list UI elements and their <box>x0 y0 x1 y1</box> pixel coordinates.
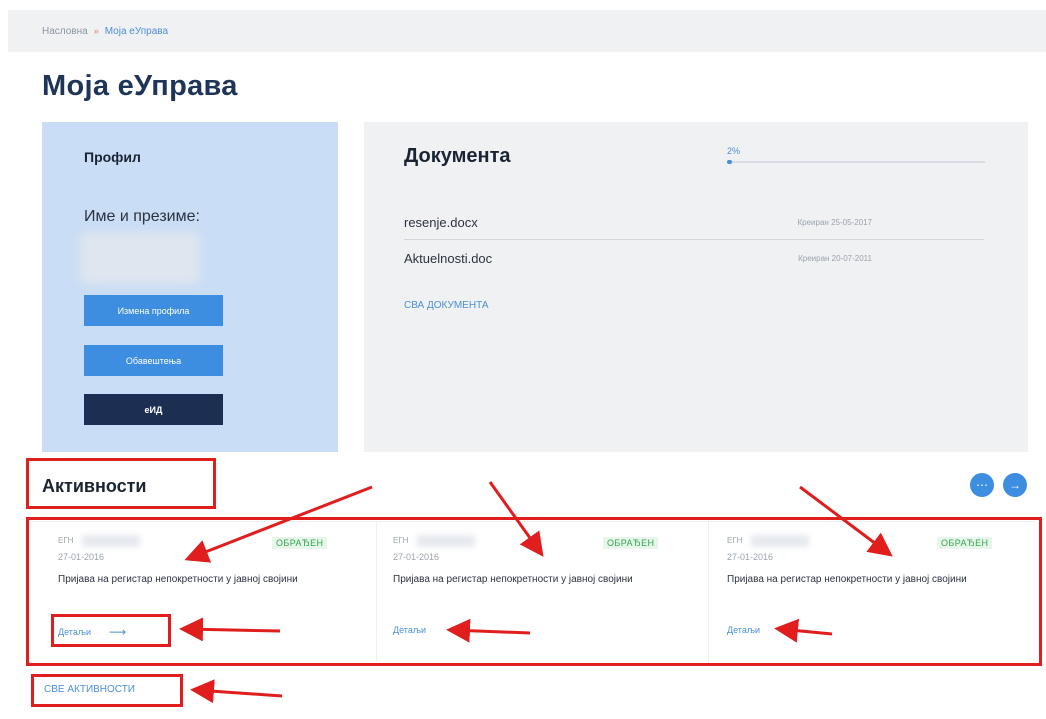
all-documents-link[interactable]: СВА ДОКУМЕНТА <box>404 300 489 311</box>
name-value-redacted <box>80 232 200 284</box>
document-date: Креиран 20-07-2011 <box>798 253 872 263</box>
ellipsis-icon: ⋯ <box>976 478 988 492</box>
arrow-right-icon: → <box>1009 478 1021 492</box>
documents-heading: Документа <box>404 145 511 167</box>
edit-profile-button[interactable]: Измена профила <box>84 295 223 326</box>
document-name[interactable]: Aktuelnosti.doc <box>404 251 492 266</box>
breadcrumb: Насловна » Моја еУправа <box>8 10 1046 52</box>
storage-progress-label: 2% <box>727 146 741 156</box>
storage-progress-fill <box>727 160 733 164</box>
document-row[interactable]: Aktuelnosti.doc Креиран 20-07-2011 <box>404 241 984 275</box>
annotation-box-activities <box>26 517 1042 666</box>
breadcrumb-separator: » <box>93 26 99 36</box>
document-name[interactable]: resenje.docx <box>404 215 478 230</box>
documents-card: Документа 2% resenje.docx Креиран 25-05-… <box>364 122 1028 452</box>
document-date: Креиран 25-05-2017 <box>797 218 873 227</box>
annotation-arrow <box>190 679 283 704</box>
annotation-box-all-activities <box>31 674 183 707</box>
notifications-button[interactable]: Обавештења <box>84 345 223 376</box>
page-title: Моја еУправа <box>42 70 238 102</box>
activities-prev-button[interactable]: ⋯ <box>970 473 994 497</box>
breadcrumb-home-link[interactable]: Насловна <box>42 26 88 37</box>
activities-next-button[interactable]: → <box>1003 473 1027 497</box>
storage-progress-bar <box>727 160 985 164</box>
annotation-box-details <box>51 614 171 647</box>
name-label: Име и презиме: <box>84 208 200 225</box>
eid-button[interactable]: еИД <box>84 394 223 425</box>
profile-heading: Профил <box>84 149 141 165</box>
breadcrumb-current[interactable]: Моја еУправа <box>105 26 168 37</box>
profile-card: Профил Име и презиме: Измена профила Оба… <box>42 122 338 452</box>
document-row[interactable]: resenje.docx Креиран 25-05-2017 <box>404 206 984 240</box>
annotation-box-heading <box>26 458 216 509</box>
